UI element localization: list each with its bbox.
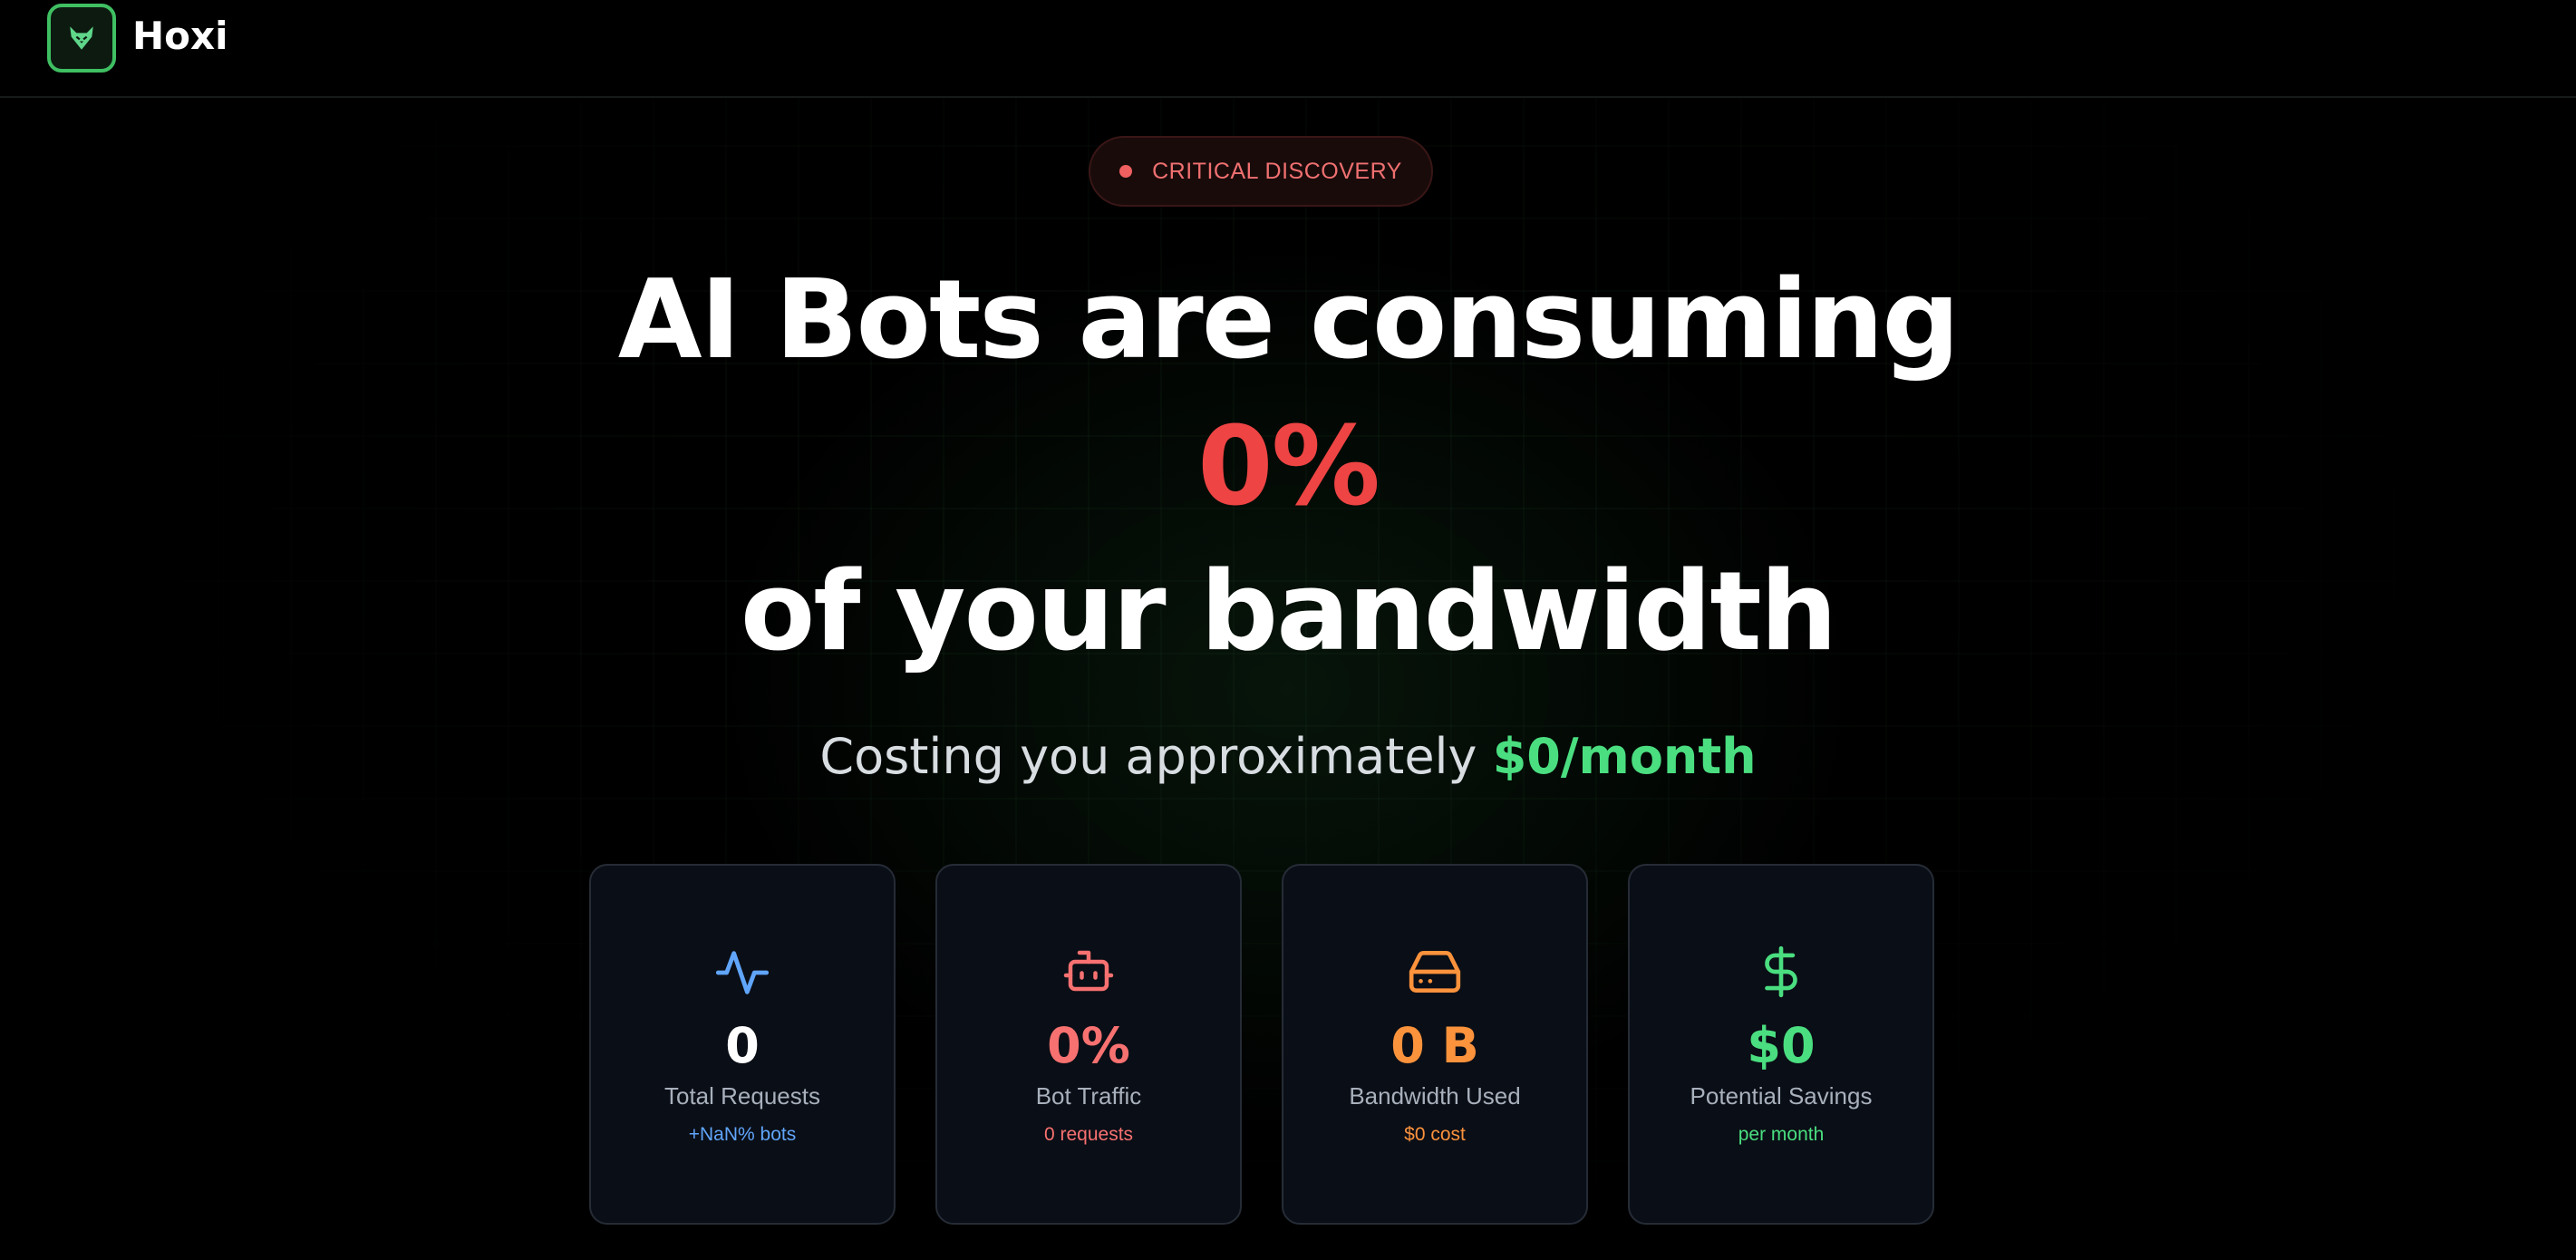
headline-line-1: AI Bots are consuming [617,257,1960,383]
card-value: 0 [725,1017,760,1074]
hard-drive-icon [1409,951,1461,993]
status-dot-icon [1119,165,1133,178]
card-subtext: per month [1738,1124,1825,1145]
card-icon-wrap [1630,944,1932,1002]
card-label: Potential Savings [1690,1082,1873,1110]
card-icon-wrap [937,944,1240,1002]
card-label: Bandwidth Used [1349,1082,1521,1110]
critical-discovery-badge: CRITICAL DISCOVERY [1089,136,1433,207]
card-subtext: 0 requests [1043,1124,1134,1145]
fox-icon [70,26,93,50]
stat-card-potential-savings: $0 Potential Savings per month [1628,864,1934,1225]
top-nav: Hoxi [0,0,2576,98]
card-label: Bot Traffic [1035,1082,1142,1110]
card-icon-wrap [1283,944,1586,1002]
stat-card-total-requests: 0 Total Requests +NaN% bots [589,864,896,1225]
card-icon-wrap [591,944,894,1002]
page: Hoxi CRITICAL DISCOVERY AI Bots are cons… [0,0,2576,1260]
card-value: $0 [1747,1017,1816,1074]
cost-prefix: Costing you approximately [819,728,1493,785]
cost-subline: Costing you approximately $0/month [0,725,2576,789]
activity-icon [715,951,770,994]
headline-percent: 0% [1197,404,1380,530]
headline-line-3: of your bandwidth [740,549,1837,675]
card-value: 0% [1047,1017,1130,1074]
logo[interactable] [47,4,116,73]
card-subtext: $0 cost [1404,1124,1466,1145]
stat-card-bandwidth-used: 0 B Bandwidth Used $0 cost [1282,864,1588,1225]
cost-amount: $0/month [1492,728,1757,785]
card-subtext: +NaN% bots [688,1124,797,1145]
brand-name[interactable]: Hoxi [132,9,228,63]
card-value: 0 B [1390,1017,1479,1074]
dollar-sign-icon [1765,945,1797,998]
badge-label: CRITICAL DISCOVERY [1152,158,1402,184]
card-label: Total Requests [664,1082,820,1110]
stat-card-bot-traffic: 0% Bot Traffic 0 requests [935,864,1242,1225]
bot-icon [1063,950,1114,992]
